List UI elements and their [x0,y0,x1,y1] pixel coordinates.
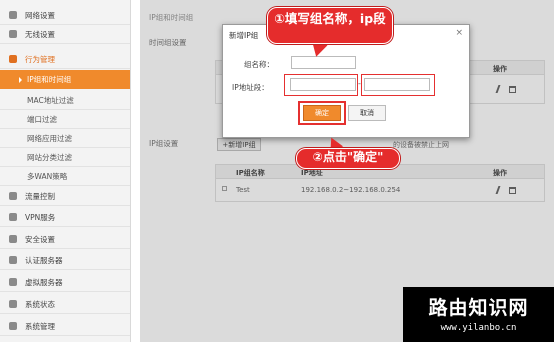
status-icon [9,300,17,308]
sidebar-item-ip-time-group[interactable]: IP组和时间组 [0,70,130,89]
sidebar-item-label: 端口过滤 [27,114,57,124]
sidebar-item-vpn[interactable]: VPN服务 [0,208,130,227]
highlight-range-start [284,74,358,96]
callout-step-1: ①填写组名称，ip段 [267,7,393,44]
watermark-title: 路由知识网 [428,297,529,319]
sidebar-item-system-status[interactable]: 系统状态 [0,295,130,314]
sidebar-item-label: 无线设置 [25,29,55,39]
sidebar-item-label: 网站分类过滤 [27,152,72,162]
sidebar: 网络设置 无线设置 行为管理 IP组和时间组 MAC地址过滤 端口过滤 网络应用… [0,0,131,342]
gear-icon [9,322,17,330]
sidebar-item-label: IP组和时间组 [27,74,72,84]
sidebar-item-label: 系统状态 [25,299,55,309]
sidebar-item-label: MAC地址过滤 [27,95,74,105]
sidebar-item-security[interactable]: 安全设置 [0,230,130,249]
sidebar-item-label: 虚拟服务器 [25,277,63,287]
vpn-icon [9,213,17,221]
ok-button[interactable]: 确定 [303,105,341,121]
group-name-label: 组名称： [244,60,274,69]
sidebar-item-auth-server[interactable]: 认证服务器 [0,251,130,270]
sidebar-item-label: 多WAN策略 [27,171,68,181]
sidebar-item-label: 行为管理 [25,54,55,64]
sidebar-item-network[interactable]: 网络设置 [0,6,130,25]
wifi-icon [9,30,17,38]
server-icon [9,278,17,286]
sidebar-item-multi-wan[interactable]: 多WAN策略 [0,167,130,186]
sidebar-item-mac-filter[interactable]: MAC地址过滤 [0,91,130,110]
sidebar-item-virtual-server[interactable]: 虚拟服务器 [0,273,130,292]
sidebar-item-label: 流量控制 [25,191,55,201]
sidebar-item-port-filter[interactable]: 端口过滤 [0,110,130,129]
cancel-button[interactable]: 取消 [348,105,386,121]
shield-icon [9,235,17,243]
callout-step-2: ②点击"确定" [296,148,400,169]
sidebar-item-label: 系统管理 [25,321,55,331]
sidebar-item-app-filter[interactable]: 网络应用过滤 [0,129,130,148]
sidebar-item-traffic[interactable]: 流量控制 [0,187,130,206]
sidebar-item-label: 认证服务器 [25,255,63,265]
sidebar-item-behavior[interactable]: 行为管理 [0,50,130,69]
sidebar-item-site-filter[interactable]: 网站分类过滤 [0,148,130,167]
sidebar-item-wireless[interactable]: 无线设置 [0,25,130,44]
behavior-icon [9,55,17,63]
sidebar-item-label: 网络应用过滤 [27,133,72,143]
close-icon[interactable]: × [455,28,463,38]
auth-icon [9,256,17,264]
dialog-title: 新增IP组 [229,31,259,40]
sidebar-item-label: VPN服务 [25,212,56,222]
network-icon [9,11,17,19]
watermark-url: www.yilanbo.cn [440,323,517,333]
arrow-right-icon [19,77,22,83]
sidebar-item-system-admin[interactable]: 系统管理 [0,317,130,336]
ip-range-label: IP地址段： [232,83,269,92]
highlight-range-end [361,74,435,96]
sidebar-item-label: 安全设置 [25,234,55,244]
watermark: 路由知识网 www.yilanbo.cn [403,287,554,342]
traffic-icon [9,192,17,200]
sidebar-item-label: 网络设置 [25,10,55,20]
